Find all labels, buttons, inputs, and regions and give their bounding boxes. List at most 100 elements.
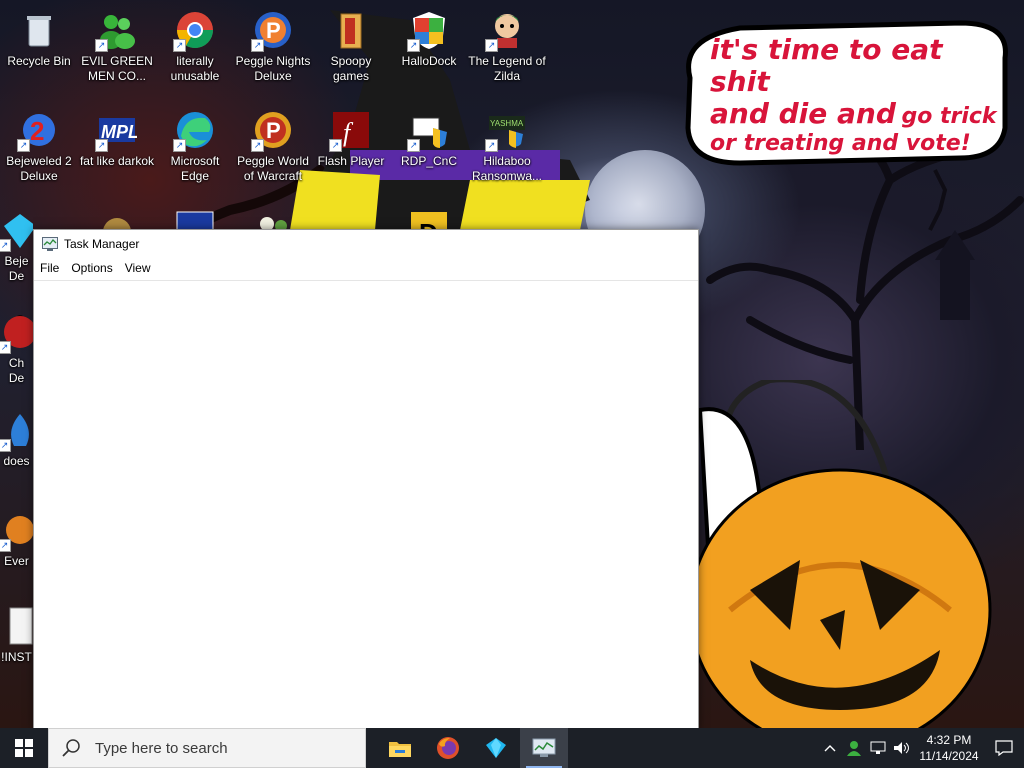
desktop-icon-label: Microsoft Edge <box>170 154 220 183</box>
yellow-app-icon: D <box>409 210 449 229</box>
document-icon <box>0 606 33 646</box>
desktop-icon-partial-ever[interactable]: ↗ Ever <box>0 504 33 569</box>
tray-volume[interactable] <box>890 728 914 768</box>
desktop-icon-bejeweled-partial[interactable]: ↗ Beje De <box>0 204 33 284</box>
taskbar-task-manager[interactable] <box>520 728 568 768</box>
desktop-icon-hallodock[interactable]: ↗ HalloDock <box>390 4 468 69</box>
volume-icon <box>894 742 909 754</box>
yashma-label: YASHMA <box>490 119 524 128</box>
taskbar-gem-app[interactable] <box>472 728 520 768</box>
zilda-character-icon: ↗ <box>485 10 527 52</box>
desktop-icon-hildaboo-ransomware[interactable]: YASHMA ↗ Hildaboo Ransomwa... <box>468 104 546 184</box>
task-manager-icon <box>532 738 556 757</box>
desktop-icon-fat-like-darkok[interactable]: MPL ↗ fat like darkok <box>78 104 156 169</box>
desktop-icon-label: fat like darkok <box>79 154 155 168</box>
shortcut-arrow-icon: ↗ <box>95 39 108 52</box>
svg-text:2: 2 <box>30 116 44 146</box>
desktop-icon-peggle-world-of-warcraft[interactable]: P ↗ Peggle World of Warcraft <box>234 104 312 184</box>
recycle-bin-icon <box>19 10 59 50</box>
taskbar-file-explorer[interactable] <box>376 728 424 768</box>
user-shield-icon <box>847 741 861 756</box>
desktop-icon-row3-2[interactable] <box>78 204 156 229</box>
start-button[interactable] <box>0 728 48 768</box>
desktop-icon-literally-unusable[interactable]: ↗ literally unusable <box>156 4 234 84</box>
peggle-nights-icon: P ↗ <box>251 10 293 52</box>
folder-icon <box>331 10 371 50</box>
shortcut-arrow-icon: ↗ <box>251 39 264 52</box>
show-hidden-icons-button[interactable] <box>818 728 842 768</box>
shortcut-arrow-icon: ↗ <box>17 139 30 152</box>
notification-icon <box>995 740 1013 756</box>
action-center-button[interactable] <box>984 728 1024 768</box>
desktop-icon-row3-6[interactable]: D <box>390 204 468 229</box>
chevron-up-icon <box>824 745 836 752</box>
green-people-icon: ↗ <box>95 10 137 52</box>
desktop-icon-flash-player[interactable]: f ↗ Flash Player <box>312 104 390 169</box>
speech-line-3: or treating and vote! <box>710 130 971 156</box>
desktop-icon-label: Beje De <box>4 254 29 283</box>
desktop-icon-recycle-bin[interactable]: Recycle Bin <box>0 4 78 69</box>
desktop-icon-partial-inst[interactable]: !INST <box>0 600 33 665</box>
desktop-icon-legend-of-zilda[interactable]: ↗ The Legend of Zilda <box>468 4 546 84</box>
shortcut-arrow-icon: ↗ <box>251 139 264 152</box>
desktop-icon-row3-3[interactable] <box>156 204 234 229</box>
jack-o-lantern-image <box>690 380 992 728</box>
task-manager-icon <box>42 237 58 251</box>
chrome-icon: ↗ <box>173 10 215 52</box>
window-titlebar[interactable]: Task Manager <box>34 230 698 258</box>
taskbar-firefox[interactable] <box>424 728 472 768</box>
shortcut-arrow-icon: ↗ <box>407 39 420 52</box>
shortcut-arrow-icon: ↗ <box>485 139 498 152</box>
desktop-icon-label: Ever <box>4 554 29 568</box>
shortcut-arrow-icon: ↗ <box>173 139 186 152</box>
speech-line-1: it's time to eat shit <box>710 33 943 99</box>
flower-icon <box>253 210 293 229</box>
desktop-icon-label: does <box>3 454 30 468</box>
task-manager-window[interactable]: Task Manager File Options View <box>33 229 699 730</box>
svg-text:D: D <box>419 218 438 229</box>
search-placeholder: Type here to search <box>95 739 228 757</box>
system-tray: 4:32 PM 11/14/2024 <box>818 728 1024 768</box>
desktop-icon-microsoft-edge[interactable]: ↗ Microsoft Edge <box>156 104 234 184</box>
flash-player-icon: f ↗ <box>329 110 371 152</box>
menu-options[interactable]: Options <box>65 261 118 275</box>
search-icon <box>62 739 80 757</box>
desktop-icon-label: HalloDock <box>401 54 457 68</box>
window-title: Task Manager <box>64 237 140 251</box>
red-app-icon: ↗ <box>0 312 33 354</box>
desktop-icon-peggle-nights[interactable]: P ↗ Peggle Nights Deluxe <box>234 4 312 84</box>
tray-network[interactable] <box>866 728 890 768</box>
blue-app-icon <box>175 210 215 229</box>
desktop-icon-evil-green-men[interactable]: ↗ EVIL GREEN MEN CO... <box>78 4 156 84</box>
shortcut-arrow-icon: ↗ <box>485 39 498 52</box>
svg-text:P: P <box>266 118 281 143</box>
speech-line-2-big: and die and <box>710 97 896 131</box>
shortcut-arrow-icon: ↗ <box>329 139 342 152</box>
tray-people[interactable] <box>842 728 866 768</box>
desktop-icon-partial-does[interactable]: ↗ does <box>0 404 33 469</box>
shortcut-arrow-icon: ↗ <box>0 341 11 354</box>
desktop-icon-label: Hildaboo Ransomwa... <box>471 154 543 183</box>
bejeweled-2-icon: 2 ↗ <box>17 110 59 152</box>
desktop-icon-bejeweled-2[interactable]: 2 ↗ Bejeweled 2 Deluxe <box>0 104 78 184</box>
taskbar-clock[interactable]: 4:32 PM 11/14/2024 <box>914 732 984 764</box>
menu-view[interactable]: View <box>119 261 157 275</box>
desktop-icon-rdp-cnc[interactable]: ↗ RDP_CnC <box>390 104 468 169</box>
task-manager-content <box>34 280 698 729</box>
network-icon <box>870 741 886 754</box>
shortcut-arrow-icon: ↗ <box>173 39 186 52</box>
desktop-icon-label: Ch De <box>8 356 25 385</box>
menu-file[interactable]: File <box>34 261 65 275</box>
hallodock-shield-icon: ↗ <box>407 10 449 52</box>
clock-date: 11/14/2024 <box>919 749 979 763</box>
desktop-icon-row3-4[interactable] <box>234 204 312 229</box>
edge-icon: ↗ <box>173 110 215 152</box>
desktop-icon-label: The Legend of Zilda <box>468 54 546 83</box>
desktop-icon-spoopy-games[interactable]: Spoopy games <box>312 4 390 84</box>
menu-bar: File Options View <box>34 258 698 278</box>
blue-flame-icon: ↗ <box>0 410 33 452</box>
mpl-logo-icon: MPL ↗ <box>95 110 139 152</box>
file-explorer-icon <box>389 742 411 757</box>
desktop-icon-partial-ch[interactable]: ↗ Ch De <box>0 306 33 386</box>
taskbar-search-box[interactable]: Type here to search <box>48 728 366 768</box>
